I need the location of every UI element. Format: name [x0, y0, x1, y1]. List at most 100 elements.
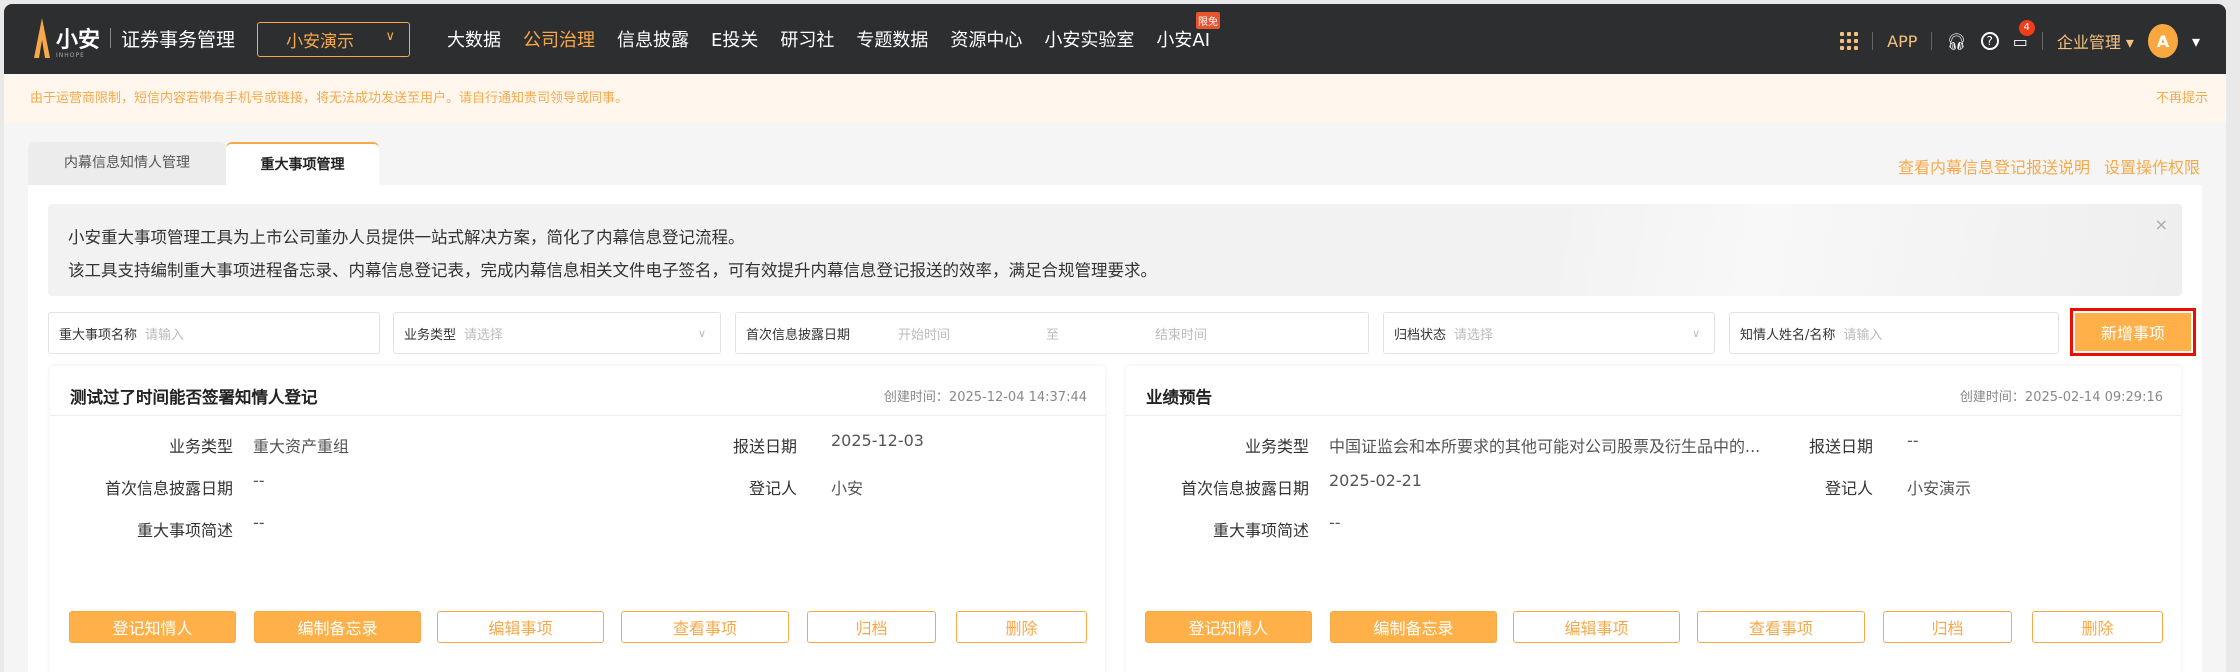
view-instructions-link[interactable]: 查看内幕信息登记报送说明 [1898, 154, 2090, 178]
label-description: 重大事项简述 [136, 521, 233, 540]
menu-item-lab[interactable]: 小安实验室 [1044, 26, 1134, 52]
insider-name-input[interactable]: 知情人姓名/名称 请输入 [1729, 312, 2059, 354]
menu-item-governance[interactable]: 公司治理 [523, 26, 595, 52]
menu-item-disclosure[interactable]: 信息披露 [617, 26, 689, 52]
matter-card: 业绩预告 创建时间：2025-02-14 09:29:16 业务类型 中国证监会和… [1126, 366, 2181, 672]
value-first-disclosure-date: -- [253, 471, 265, 490]
enterprise-label: 企业管理 [2056, 33, 2121, 52]
top-nav: 小安 INHOPE 证券事务管理 小安演示 ∨ 大数据 公司治理 信息披露 E投关… [4, 4, 2226, 74]
tab-insider-management[interactable]: 内幕信息知情人管理 [28, 142, 226, 185]
value-first-disclosure-date: 2025-02-21 [1329, 471, 1422, 490]
menu-item-resources[interactable]: 资源中心 [950, 26, 1022, 52]
caret-down-icon[interactable]: ▾ [2192, 32, 2200, 51]
nav-right: APP 🎧︎ ? ▭ 4 企业管理 ▾ A ▾ [1840, 19, 2200, 58]
intro-box: 小安重大事项管理工具为上市公司董办人员提供一站式解决方案，简化了内幕信息登记流程… [48, 204, 2182, 296]
end-date-input[interactable]: 结束时间 [1155, 324, 1207, 343]
message-badge: 4 [2018, 19, 2035, 36]
archive-button[interactable]: 归档 [807, 611, 936, 643]
menu-item-ai-label: 小安AI [1156, 30, 1210, 51]
delete-button[interactable]: 删除 [2032, 611, 2163, 643]
avatar[interactable]: A [2147, 24, 2178, 58]
archive-button[interactable]: 归档 [1883, 611, 2012, 643]
placeholder: 请输入 [1843, 327, 1883, 343]
notice-banner: 由于运营商限制，短信内容若带有手机号或链接，将无法成功发送至用户。请自行通知贵司… [4, 75, 2226, 123]
add-matter-button[interactable]: 新增事项 [2070, 308, 2196, 356]
label-first-disclosure-date: 首次信息披露日期 [104, 479, 233, 498]
edit-matter-button[interactable]: 编辑事项 [1513, 611, 1680, 643]
label-report-date: 报送日期 [1808, 437, 1873, 456]
value-description: -- [1329, 513, 1341, 532]
apps-grid-icon[interactable] [1840, 32, 1859, 50]
tab-major-matters[interactable]: 重大事项管理 [226, 142, 379, 185]
matter-card: 测试过了时间能否签署知情人登记 创建时间：2025-12-04 14:37:44 … [50, 366, 1105, 672]
header-links: 查看内幕信息登记报送说明 设置操作权限 [1898, 154, 2200, 178]
system-name: 证券事务管理 [121, 28, 236, 51]
card-header: 业绩预告 创建时间：2025-02-14 09:29:16 [1126, 366, 2181, 416]
value-registrar: 小安 [831, 479, 864, 498]
menu-item-academy[interactable]: 研习社 [780, 26, 834, 52]
filter-label: 业务类型 [404, 327, 457, 343]
label-business-type: 业务类型 [168, 437, 233, 456]
value-registrar: 小安演示 [1907, 479, 1972, 498]
value-report-date: 2025-12-03 [831, 431, 924, 450]
created-time: 创建时间：2025-02-14 09:29:16 [1959, 390, 2163, 405]
archive-status-select[interactable]: 归档状态 请选择 ∨ [1383, 312, 1715, 354]
label-first-disclosure-date: 首次信息披露日期 [1180, 479, 1309, 498]
main-panel: 小安重大事项管理工具为上市公司董办人员提供一站式解决方案，简化了内幕信息登记流程… [28, 185, 2202, 672]
delete-button[interactable]: 删除 [956, 611, 1087, 643]
label-report-date: 报送日期 [732, 437, 797, 456]
business-type-select[interactable]: 业务类型 请选择 ∨ [393, 312, 721, 354]
dismiss-notice-link[interactable]: 不再提示 [2156, 75, 2208, 123]
enterprise-menu[interactable]: 企业管理 ▾ [2057, 29, 2134, 53]
label-registrar: 登记人 [748, 479, 797, 498]
view-matter-button[interactable]: 查看事项 [1697, 611, 1865, 643]
add-matter-label: 新增事项 [2075, 313, 2191, 351]
register-insider-button[interactable]: 登记知情人 [69, 611, 236, 643]
company-select[interactable]: 小安演示 ∨ [257, 22, 410, 57]
company-name: 小安演示 [286, 32, 354, 52]
label-business-type: 业务类型 [1244, 437, 1309, 456]
draft-memo-button[interactable]: 编制备忘录 [1330, 611, 1497, 643]
value-report-date: -- [1907, 431, 1919, 450]
filter-label: 知情人姓名/名称 [1740, 327, 1836, 343]
label-registrar: 登记人 [1824, 479, 1873, 498]
app-link[interactable]: APP [1887, 32, 1917, 51]
edit-matter-button[interactable]: 编辑事项 [437, 611, 604, 643]
logo-subtext: INHOPE [56, 52, 85, 59]
set-permissions-link[interactable]: 设置操作权限 [2104, 154, 2200, 178]
intro-line-2: 该工具支持编制重大事项进程备忘录、内幕信息登记表，完成内幕信息相关文件电子签名，… [68, 261, 1157, 280]
filter-bar: 重大事项名称 请输入 业务类型 请选择 ∨ 首次信息披露日期 开始时间至结束时间 归档状… [48, 308, 2202, 356]
draft-memo-button[interactable]: 编制备忘录 [254, 611, 421, 643]
view-matter-button[interactable]: 查看事项 [621, 611, 789, 643]
message-icon[interactable]: ▭ 4 [2013, 19, 2035, 51]
label-description: 重大事项简述 [1212, 521, 1309, 540]
close-icon[interactable]: × [2155, 208, 2168, 241]
free-badge: 限免 [1196, 12, 1220, 29]
start-date-input[interactable]: 开始时间 [898, 324, 950, 343]
placeholder: 请选择 [464, 327, 504, 343]
app-window: 小安 INHOPE 证券事务管理 小安演示 ∨ 大数据 公司治理 信息披露 E投关… [4, 4, 2226, 672]
logo[interactable]: 小安 INHOPE 证券事务管理 [34, 18, 236, 59]
logo-icon [34, 18, 50, 58]
filter-label: 归档状态 [1394, 327, 1447, 343]
intro-line-1: 小安重大事项管理工具为上市公司董办人员提供一站式解决方案，简化了内幕信息登记流程… [68, 228, 745, 247]
register-insider-button[interactable]: 登记知情人 [1145, 611, 1312, 643]
first-disclosure-date-range[interactable]: 首次信息披露日期 开始时间 至 结束时间 [735, 312, 1369, 354]
matter-title: 业绩预告 [1146, 388, 1212, 407]
menu-item-topic-data[interactable]: 专题数据 [856, 26, 928, 52]
menu-item-bigdata[interactable]: 大数据 [447, 26, 501, 52]
matter-name-input[interactable]: 重大事项名称 请输入 [48, 312, 380, 354]
notice-text: 由于运营商限制，短信内容若带有手机号或链接，将无法成功发送至用户。请自行通知贵司… [30, 91, 629, 106]
card-header: 测试过了时间能否签署知情人登记 创建时间：2025-12-04 14:37:44 [50, 366, 1105, 416]
filter-label: 首次信息披露日期 [746, 327, 851, 343]
placeholder: 请选择 [1454, 327, 1494, 343]
matter-title: 测试过了时间能否签署知情人登记 [70, 388, 318, 407]
help-icon[interactable]: ? [1980, 32, 1999, 50]
range-separator: 至 [1046, 327, 1060, 343]
headset-icon[interactable]: 🎧︎ [1946, 32, 1966, 51]
tabs: 内幕信息知情人管理 重大事项管理 [28, 142, 379, 185]
chevron-down-icon: ∨ [697, 326, 706, 340]
menu-item-e-ir[interactable]: E投关 [711, 26, 758, 52]
menu-item-ai[interactable]: 小安AI 限免 [1156, 12, 1220, 52]
main-menu: 大数据 公司治理 信息披露 E投关 研习社 专题数据 资源中心 小安实验室 小安… [447, 12, 1220, 52]
